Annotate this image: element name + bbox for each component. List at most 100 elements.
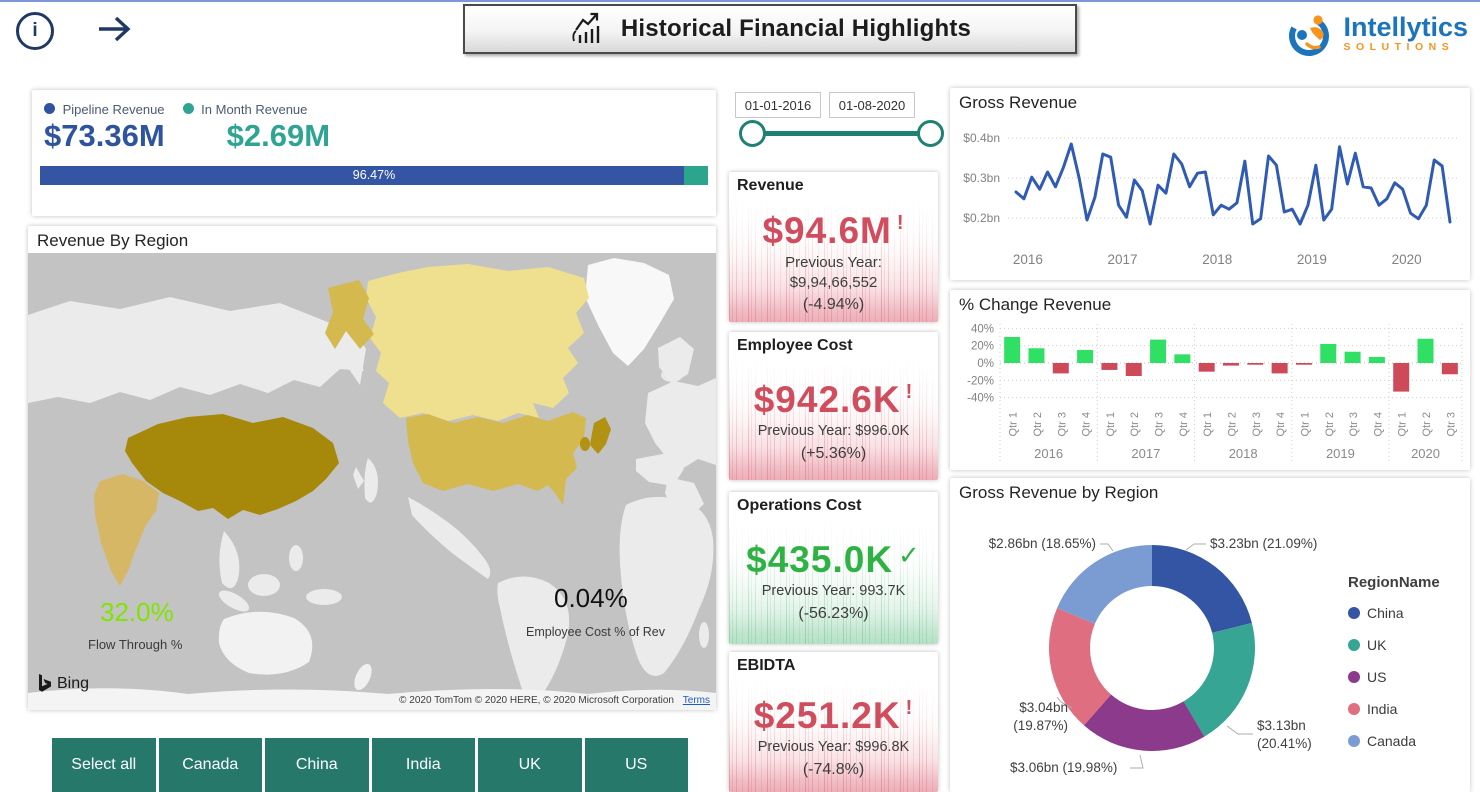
pct-change-bar[interactable]: [1393, 363, 1409, 392]
bing-logo: Bing: [38, 674, 89, 694]
country-canada[interactable]: [366, 264, 589, 421]
svg-text:-40%: -40%: [967, 393, 994, 405]
pct-change-bar[interactable]: [1199, 363, 1215, 372]
svg-text:Qtr 3: Qtr 3: [1251, 412, 1263, 436]
svg-text:Qtr 1: Qtr 1: [1397, 412, 1409, 436]
donut-slice-china[interactable]: [1152, 545, 1252, 633]
svg-text:Qtr 4: Qtr 4: [1372, 412, 1384, 436]
pct-change-bar[interactable]: [1442, 363, 1458, 374]
slider-handle-end[interactable]: [917, 120, 944, 147]
landmass-borneo: [248, 574, 280, 596]
donut-label-uk: $3.13bn(20.41%): [1257, 718, 1312, 751]
pct-change-bar[interactable]: [1101, 363, 1117, 370]
end-date-input[interactable]: 01-08-2020: [829, 92, 915, 118]
pct-change-bar[interactable]: [1126, 363, 1142, 376]
map-title: Revenue By Region: [37, 231, 188, 251]
employee-cost-prev-line: Previous Year: $996.0K: [758, 423, 910, 440]
slider-track[interactable]: [751, 131, 923, 136]
pct-change-bar[interactable]: [1272, 363, 1288, 373]
country-uk-ireland[interactable]: [580, 437, 590, 451]
in-month-dot-icon: [183, 103, 194, 114]
legend-item-china[interactable]: China: [1348, 605, 1440, 621]
trend-chart-icon: [569, 11, 605, 47]
legend-item-us[interactable]: US: [1348, 669, 1440, 685]
pct-change-bar[interactable]: [1077, 350, 1093, 363]
svg-text:2019: 2019: [1297, 252, 1327, 267]
pct-change-bar[interactable]: [1247, 363, 1263, 365]
svg-text:0%: 0%: [977, 358, 994, 370]
svg-text:2016: 2016: [1034, 446, 1063, 461]
window-top-accent: [0, 0, 1480, 2]
in-month-revenue-value: $2.69M: [227, 118, 330, 154]
svg-text:2019: 2019: [1326, 446, 1355, 461]
pct-change-bar[interactable]: [1004, 337, 1020, 363]
employee-cost-pct-value: 0.04%: [554, 583, 628, 614]
pct-change-bar[interactable]: [1174, 354, 1190, 363]
svg-text:Qtr 4: Qtr 4: [1178, 412, 1190, 436]
map-copyright: © 2020 TomTom © 2020 HERE, © 2020 Micros…: [399, 695, 710, 706]
button-india[interactable]: India: [372, 738, 476, 792]
svg-text:Qtr 2: Qtr 2: [1227, 412, 1239, 436]
canada-dot-icon: [1348, 735, 1360, 747]
alert-icon: !: [906, 381, 914, 403]
title-banner: Historical Financial Highlights: [463, 4, 1077, 54]
svg-text:Qtr 4: Qtr 4: [1275, 412, 1287, 436]
donut-label-us: $3.06bn (19.98%): [1010, 760, 1117, 775]
svg-text:Qtr 3: Qtr 3: [1348, 412, 1360, 436]
progress-label: 96.47%: [40, 168, 708, 182]
flow-through-value: 32.0%: [100, 597, 174, 628]
employee-cost-pct-change: (+5.36%): [801, 445, 866, 463]
pct-change-bar[interactable]: [1369, 357, 1385, 363]
pct-change-bar[interactable]: [1320, 344, 1336, 363]
pipeline-kpi-card: Pipeline Revenue In Month Revenue $73.36…: [32, 90, 716, 216]
button-select-all[interactable]: Select all: [52, 738, 156, 792]
legend-item-uk[interactable]: UK: [1348, 637, 1440, 653]
pct-change-bar[interactable]: [1223, 363, 1239, 366]
start-date-input[interactable]: 01-01-2016: [735, 92, 821, 118]
pct-change-bar[interactable]: [1150, 340, 1166, 363]
uk-dot-icon: [1348, 639, 1360, 651]
legend-item-canada[interactable]: Canada: [1348, 733, 1440, 749]
slider-handle-start[interactable]: [739, 120, 766, 147]
pct-change-bar[interactable]: [1053, 363, 1069, 373]
button-canada[interactable]: Canada: [159, 738, 263, 792]
gross-revenue-line[interactable]: [1016, 144, 1450, 224]
forward-arrow-icon[interactable]: [94, 10, 136, 48]
map-terms-link[interactable]: Terms: [683, 695, 710, 706]
legend-item-pipeline-revenue[interactable]: Pipeline Revenue: [44, 102, 165, 117]
pct-change-revenue-chart-card: % Change Revenue 40%20%0%-20%-40%Qtr 1Qt…: [950, 290, 1470, 470]
bing-b-icon: [38, 674, 52, 694]
svg-text:2017: 2017: [1108, 252, 1138, 267]
operations-cost-prev-line: Previous Year: 993.7K: [762, 583, 906, 600]
button-us[interactable]: US: [585, 738, 689, 792]
pct-change-bar[interactable]: [1028, 348, 1044, 363]
revenue-pct-change: (-4.94%): [803, 296, 864, 314]
svg-text:$0.3bn: $0.3bn: [963, 171, 1000, 185]
svg-text:-20%: -20%: [967, 375, 994, 387]
svg-text:Qtr 1: Qtr 1: [1105, 412, 1117, 436]
donut-slice-canada[interactable]: [1057, 545, 1152, 624]
legend-item-india[interactable]: India: [1348, 701, 1440, 717]
pct-change-title: % Change Revenue: [959, 295, 1111, 315]
pct-change-bar[interactable]: [1418, 339, 1434, 363]
ebidta-value: $251.2K!: [754, 688, 914, 736]
donut-title: Gross Revenue by Region: [959, 483, 1158, 503]
revenue-card-title: Revenue: [737, 177, 804, 195]
svg-text:Qtr 1: Qtr 1: [1299, 412, 1311, 436]
world-map[interactable]: 32.0% Flow Through % 0.04% Employee Cost…: [28, 253, 716, 710]
pct-change-bar[interactable]: [1345, 352, 1361, 363]
ebidta-card-title: EBIDTA: [737, 657, 795, 675]
ebidta-pct-change: (-74.8%): [803, 761, 864, 779]
employee-cost-card-title: Employee Cost: [737, 337, 853, 355]
pct-change-bar[interactable]: [1296, 363, 1312, 365]
info-icon[interactable]: i: [16, 12, 54, 50]
button-china[interactable]: China: [265, 738, 369, 792]
company-logo: Intellytics SOLUTIONS: [1285, 6, 1468, 60]
date-range-slicer: 01-01-2016 01-08-2020: [729, 90, 945, 162]
button-uk[interactable]: UK: [478, 738, 582, 792]
svg-text:Qtr 2: Qtr 2: [1129, 412, 1141, 436]
employee-cost-value: $942.6K!: [754, 372, 914, 420]
legend-item-in-month-revenue[interactable]: In Month Revenue: [183, 102, 308, 117]
donut-label-india: $3.04bn(19.87%): [1013, 700, 1068, 733]
revenue-progress-bar[interactable]: 96.47%: [40, 166, 708, 185]
